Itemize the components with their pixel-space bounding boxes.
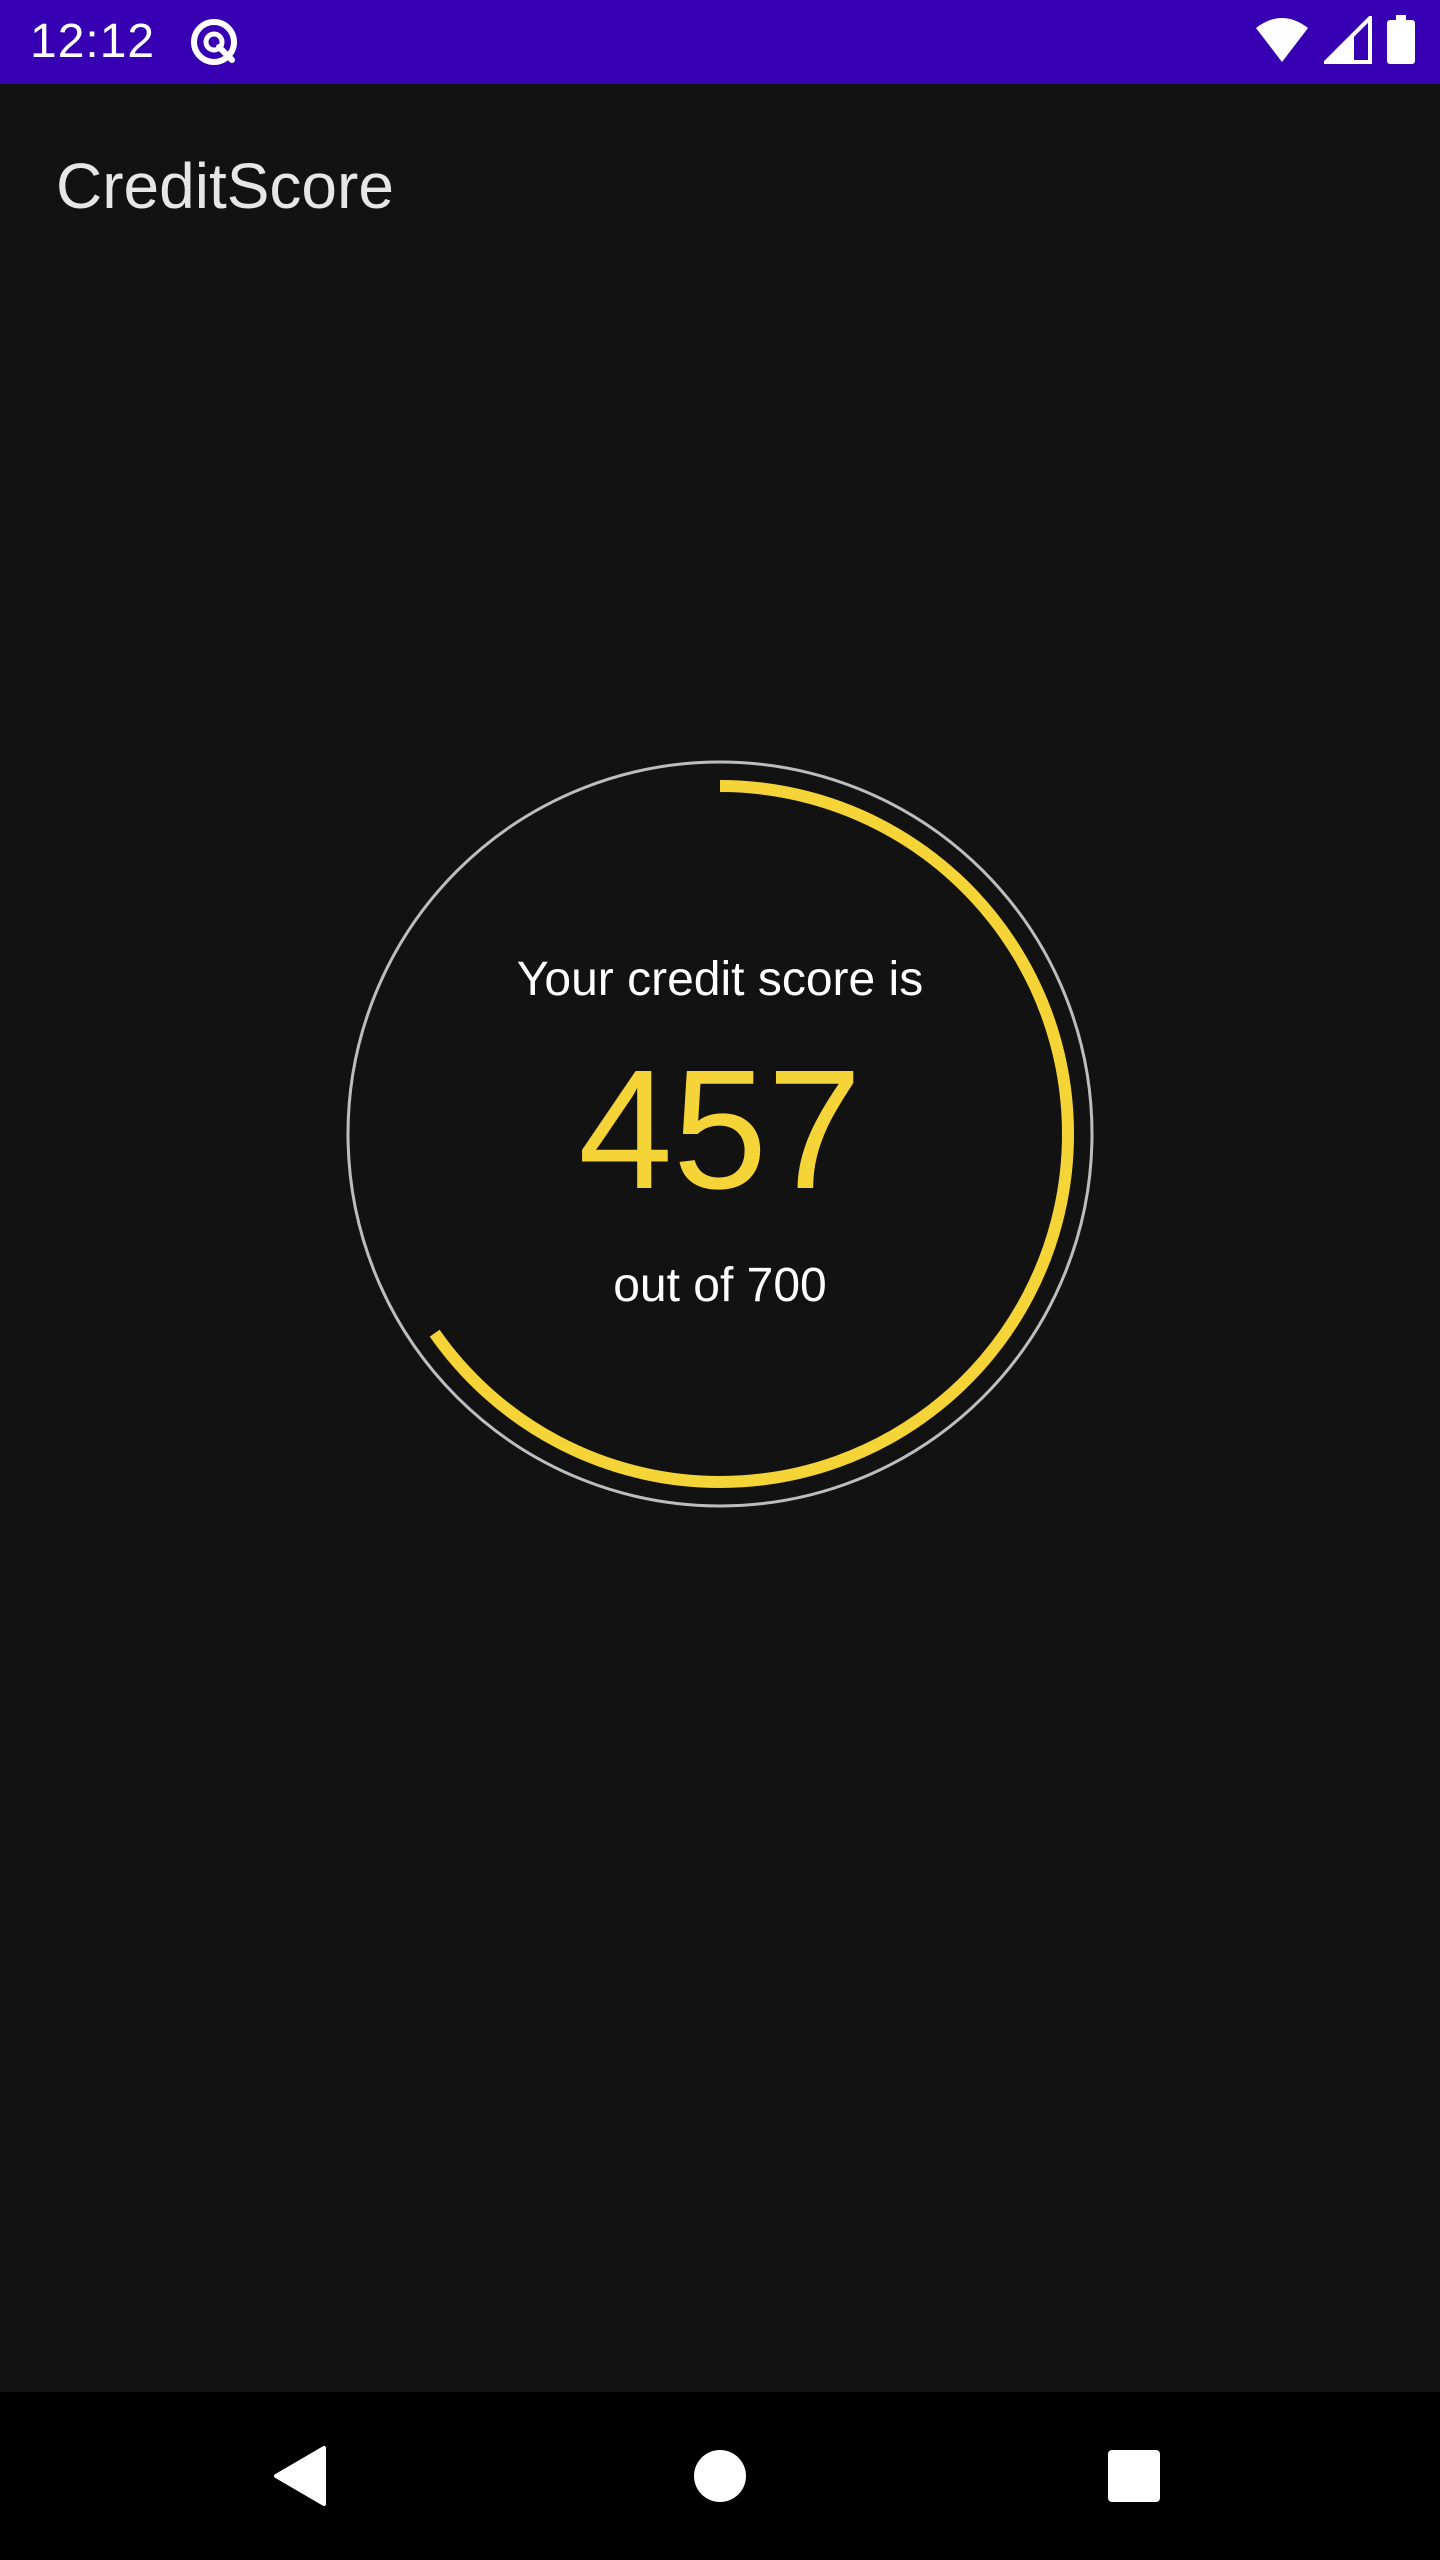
battery-icon <box>1386 14 1416 70</box>
navigation-bar <box>0 2392 1440 2560</box>
status-bar: 12:12 <box>0 0 1440 84</box>
recents-button[interactable] <box>1094 2436 1174 2516</box>
screen: 12:12 CreditScore Your credit score is 4… <box>0 0 1440 2560</box>
app-notification-icon <box>186 14 242 70</box>
wifi-icon <box>1254 16 1310 69</box>
credit-score-gauge: Your credit score is 457 out of 700 <box>346 760 1094 1508</box>
credit-score-max: out of 700 <box>613 1259 827 1312</box>
back-button[interactable] <box>260 2436 340 2516</box>
home-button[interactable] <box>680 2436 760 2516</box>
status-time: 12:12 <box>30 15 156 68</box>
home-icon <box>694 2450 746 2502</box>
app-bar: CreditScore <box>0 84 1440 284</box>
app-title: CreditScore <box>56 150 394 222</box>
status-icons <box>1254 12 1416 70</box>
cellular-signal-icon <box>1321 12 1372 69</box>
back-icon <box>274 2446 326 2506</box>
credit-score-label: Your credit score is <box>516 953 924 1006</box>
recents-icon <box>1108 2450 1160 2502</box>
credit-score-value: 457 <box>578 1035 862 1225</box>
